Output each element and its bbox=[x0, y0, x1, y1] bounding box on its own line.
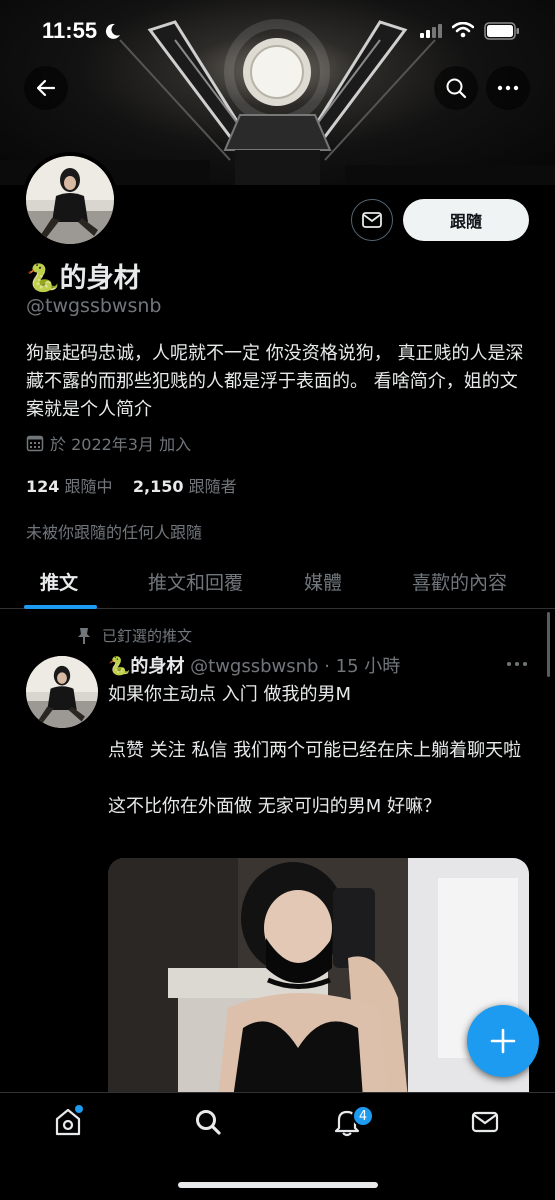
tab-tweets-and-replies[interactable]: 推文和回覆 bbox=[148, 568, 243, 595]
following-label: 跟隨中 bbox=[64, 477, 113, 496]
tweet-author-meta: @twgssbwsnb · 15 小時 bbox=[190, 656, 401, 677]
follow-stats: 124 跟隨中 2,150 跟隨者 bbox=[26, 473, 237, 497]
following-link[interactable]: 124 跟隨中 bbox=[26, 477, 113, 496]
mail-nav-icon bbox=[471, 1111, 499, 1133]
home-new-indicator bbox=[75, 1105, 83, 1113]
pinned-tweet-text: 已釘選的推文 bbox=[102, 627, 193, 645]
tweet-more-icon[interactable] bbox=[505, 652, 529, 676]
home-indicator bbox=[178, 1182, 378, 1188]
tweet-media-image[interactable] bbox=[108, 858, 529, 1098]
back-arrow-icon bbox=[36, 79, 56, 97]
message-button[interactable] bbox=[351, 199, 393, 241]
joined-date: 於 2022年3月 加入 bbox=[26, 431, 191, 455]
pin-icon bbox=[78, 627, 90, 644]
status-bar: 11:55 bbox=[0, 0, 555, 60]
profile-tabs: 推文 推文和回覆 媒體 喜歡的內容 bbox=[0, 560, 555, 609]
followers-count: 2,150 bbox=[132, 477, 184, 496]
wifi-icon bbox=[452, 22, 474, 38]
search-icon bbox=[446, 78, 467, 99]
profile-bio: 狗最起码忠诚，人呢就不一定 你没资格说狗， 真正贱的人是深藏不露的而那些犯贱的人… bbox=[26, 343, 524, 420]
moon-icon bbox=[105, 23, 120, 39]
following-count: 124 bbox=[26, 477, 60, 496]
active-tab-indicator bbox=[24, 605, 97, 609]
battery-icon bbox=[484, 22, 519, 40]
tweet-author-avatar[interactable] bbox=[26, 656, 98, 728]
search-nav-icon bbox=[196, 1110, 221, 1135]
tweet-header: 🐍的身材 @twgssbwsnb · 15 小時 bbox=[108, 652, 400, 678]
calendar-icon bbox=[26, 435, 44, 452]
mail-icon bbox=[362, 212, 382, 228]
nav-messages[interactable] bbox=[471, 1107, 499, 1141]
followers-label: 跟隨者 bbox=[188, 477, 237, 496]
profile-avatar[interactable] bbox=[22, 152, 118, 248]
tab-tweets[interactable]: 推文 bbox=[40, 568, 78, 595]
follow-button[interactable]: 跟隨 bbox=[403, 199, 529, 241]
more-options-button[interactable] bbox=[486, 66, 530, 110]
tweet-photo bbox=[108, 858, 529, 1098]
cellular-signal-icon bbox=[420, 24, 442, 38]
followed-by-note: 未被你跟隨的任何人跟隨 bbox=[26, 523, 203, 542]
tweet-text: 如果你主动点 入门 做我的男M 点赞 关注 私信 我们两个可能已经在床上躺着聊天… bbox=[108, 684, 522, 817]
plus-icon bbox=[490, 1028, 516, 1054]
pinned-tweet-label: 已釘選的推文 bbox=[76, 625, 192, 646]
profile-display-name: 🐍的身材 bbox=[26, 263, 141, 294]
tab-likes[interactable]: 喜歡的內容 bbox=[412, 568, 507, 595]
tweet-avatar-photo bbox=[26, 656, 98, 728]
search-button[interactable] bbox=[434, 66, 478, 110]
scrollbar[interactable] bbox=[547, 612, 550, 677]
compose-tweet-button[interactable] bbox=[467, 1005, 539, 1077]
notification-badge: 4 bbox=[352, 1105, 374, 1127]
more-dots-icon bbox=[497, 85, 519, 91]
status-time: 11:55 bbox=[42, 18, 98, 43]
tweet-author-name[interactable]: 🐍的身材 bbox=[108, 656, 184, 677]
tab-media[interactable]: 媒體 bbox=[304, 568, 342, 595]
followers-link[interactable]: 2,150 跟隨者 bbox=[133, 477, 237, 496]
back-button[interactable] bbox=[24, 66, 68, 110]
profile-handle: @twgssbwsnb bbox=[26, 295, 162, 317]
nav-search[interactable] bbox=[194, 1107, 222, 1141]
avatar-photo bbox=[26, 156, 114, 244]
joined-date-text: 於 2022年3月 加入 bbox=[50, 435, 192, 454]
